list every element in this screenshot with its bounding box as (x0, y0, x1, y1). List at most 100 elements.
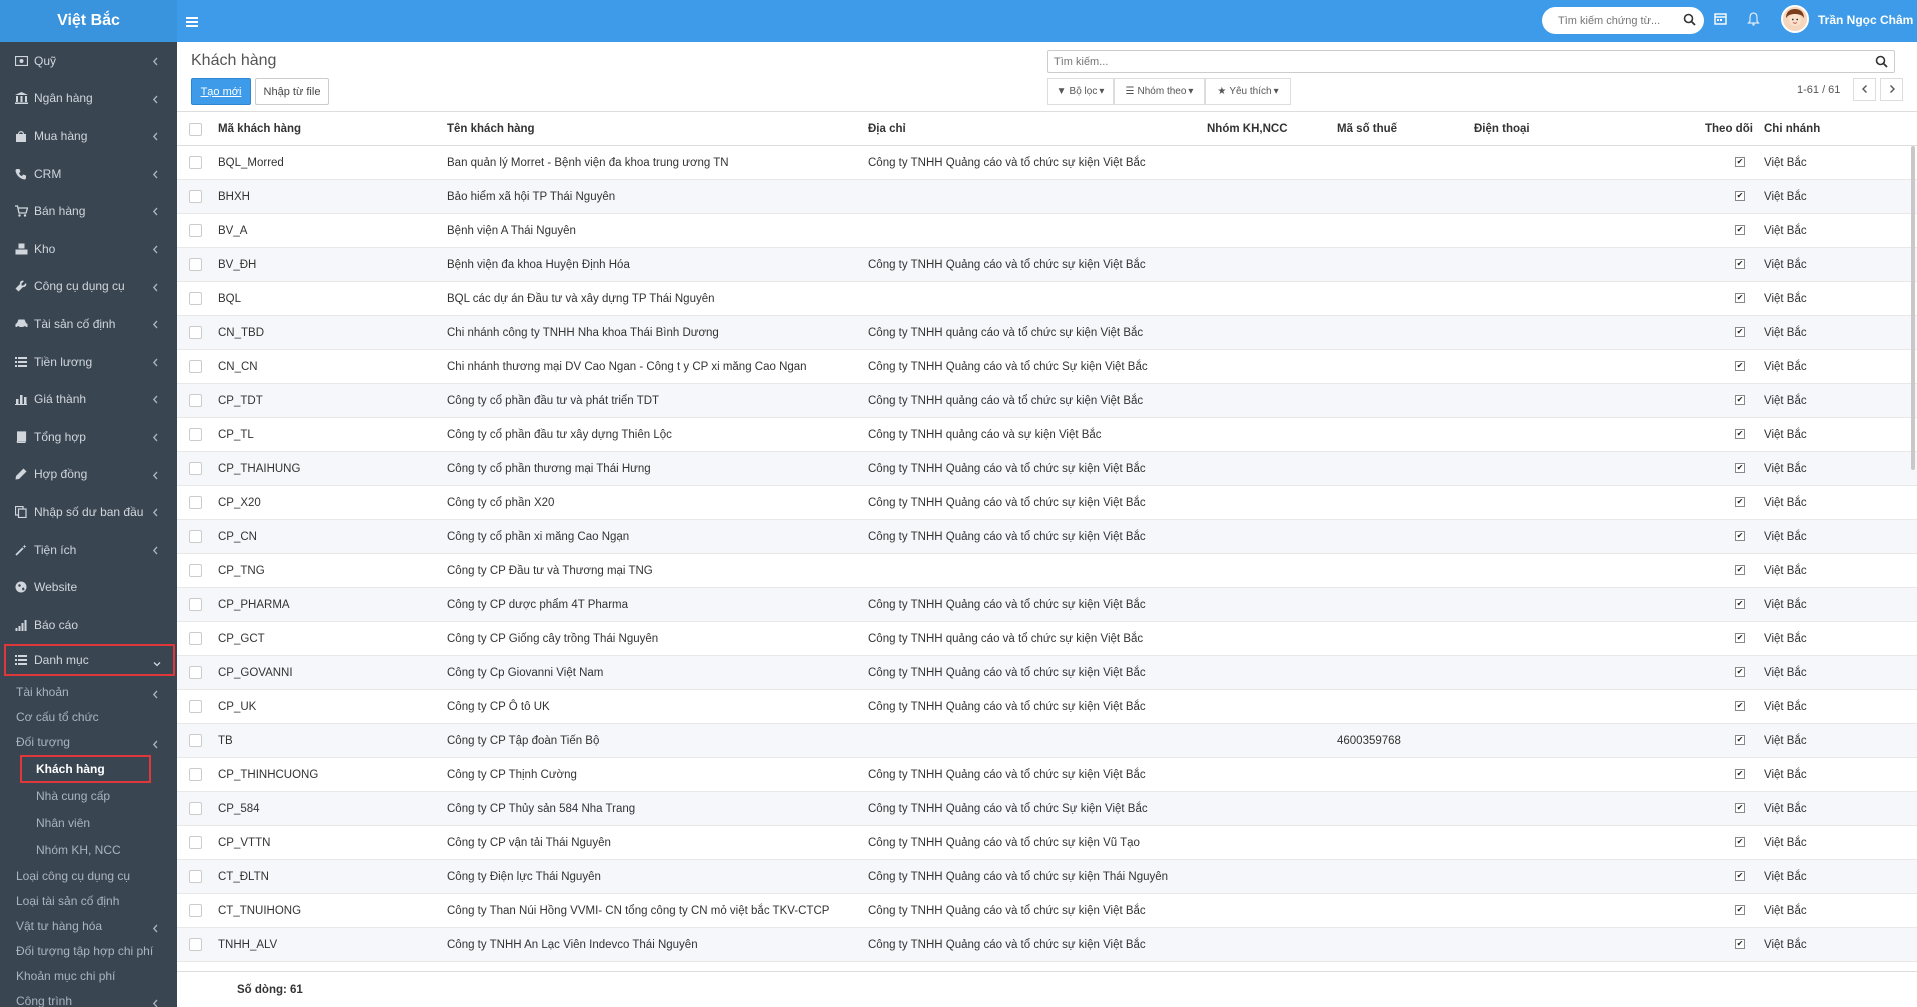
sidebar-item-gia-thanh[interactable]: Giá thành (0, 380, 177, 418)
sidebar-item-hop-dong[interactable]: Hợp đồng (0, 456, 177, 494)
sidebar-item-crm[interactable]: CRM (0, 155, 177, 193)
table-row[interactable]: CP_PHARMA Công ty CP dược phẩm 4T Pharma C… (177, 588, 1917, 622)
row-checkbox[interactable] (189, 598, 202, 611)
table-row[interactable]: TNHH_ALV Công ty TNHH An Lạc Viên Indevco… (177, 928, 1917, 962)
column-header[interactable]: Địa chỉ (868, 123, 906, 135)
column-header[interactable]: Mã số thuế (1337, 123, 1397, 135)
calendar-icon[interactable] (1714, 12, 1727, 28)
table-row[interactable]: CN_TBD Chi nhánh công ty TNHH Nha khoa Th… (177, 316, 1917, 350)
sidebar-item-tien-luong[interactable]: Tiền lương (0, 343, 177, 381)
column-header[interactable]: Theo dõi (1705, 123, 1753, 135)
column-header[interactable]: Nhóm KH,NCC (1207, 123, 1288, 135)
table-row[interactable]: CT_ĐLTN Công ty Điện lực Thái Nguyên Công … (177, 860, 1917, 894)
sidebar-item-bao-cao[interactable]: Báo cáo (0, 606, 177, 644)
row-checkbox[interactable] (189, 224, 202, 237)
table-row[interactable]: CP_VTTN Công ty CP vận tải Thái Nguyên Côn… (177, 826, 1917, 860)
table-row[interactable]: CP_THAIHUNG Công ty cổ phần thương mại Th… (177, 452, 1917, 486)
user-name[interactable]: Trần Ngọc Châm (1818, 13, 1913, 27)
bell-icon[interactable] (1747, 12, 1760, 29)
table-row[interactable]: CT_TNUIHONG Công ty Than Núi Hồng VVMI- C… (177, 894, 1917, 928)
sidebar-item-mua-hang[interactable]: Mua hàng (0, 117, 177, 155)
sidebar-subitem-co-cau-to-chuc[interactable]: Cơ cấu tổ chức (0, 705, 177, 730)
select-all-checkbox[interactable] (189, 123, 202, 136)
search-icon[interactable] (1875, 55, 1888, 71)
row-checkbox[interactable] (189, 768, 202, 781)
table-row[interactable]: BHXH Bảo hiểm xã hội TP Thái Nguyên ✔ Việt … (177, 180, 1917, 214)
table-row[interactable]: CN_CN Chi nhánh thương mại DV Cao Ngan - … (177, 350, 1917, 384)
group-by-button[interactable]: ☰ Nhóm theo ▾ (1114, 78, 1205, 105)
table-row[interactable]: CP_TDT Công ty cổ phần đầu tư và phát tri… (177, 384, 1917, 418)
sidebar-subitem-loai-cong-cu-dung-cu[interactable]: Loại công cụ dụng cụ (0, 864, 177, 889)
pager-next-button[interactable] (1880, 78, 1903, 101)
table-row[interactable]: CP_584 Công ty CP Thủy sản 584 Nha Trang C… (177, 792, 1917, 826)
row-checkbox[interactable] (189, 530, 202, 543)
sidebar-item-website[interactable]: Website (0, 568, 177, 606)
row-checkbox[interactable] (189, 258, 202, 271)
table-row[interactable]: CP_THINHCUONG Công ty CP Thịnh Cường Công … (177, 758, 1917, 792)
sidebar-subitem-loai-tai-san-co-dinh[interactable]: Loại tài sản cố định (0, 889, 177, 914)
sidebar-subitem-nhan-vien[interactable]: Nhân viên (0, 810, 177, 837)
import-button[interactable]: Nhập từ file (255, 78, 329, 105)
scrollbar[interactable] (1911, 146, 1915, 470)
pager-value[interactable]: 1-61 / 61 (1797, 84, 1840, 96)
row-checkbox[interactable] (189, 802, 202, 815)
top-search-box[interactable] (1542, 7, 1704, 34)
row-checkbox[interactable] (189, 734, 202, 747)
row-checkbox[interactable] (189, 462, 202, 475)
sidebar-item-danh-muc[interactable]: Danh mục (4, 643, 175, 676)
filter-button[interactable]: ▼ Bộ lọc ▾ (1047, 78, 1114, 105)
table-row[interactable]: CP_TNG Công ty CP Đầu tư và Thương mại TN… (177, 554, 1917, 588)
row-checkbox[interactable] (189, 326, 202, 339)
create-button[interactable]: Tạo mới (191, 78, 251, 105)
menu-toggle-icon[interactable] (186, 11, 200, 31)
user-avatar[interactable] (1781, 5, 1809, 33)
table-row[interactable]: BV_ĐH Bệnh viện đa khoa Huyện Định Hóa Côn… (177, 248, 1917, 282)
pager-previous-button[interactable] (1853, 78, 1876, 101)
row-checkbox[interactable] (189, 904, 202, 917)
row-checkbox[interactable] (189, 632, 202, 645)
table-row[interactable]: CP_GOVANNI Công ty Cp Giovanni Việt Nam Cô… (177, 656, 1917, 690)
sidebar-item-ban-hang[interactable]: Bán hàng (0, 192, 177, 230)
sidebar-subitem-nhom-kh-ncc[interactable]: Nhóm KH, NCC (0, 837, 177, 864)
sidebar-item-cong-cu-dung-cu[interactable]: Công cụ dụng cụ (0, 268, 177, 306)
table-row[interactable]: BV_A Bệnh viện A Thái Nguyên ✔ Việt Bắc (177, 214, 1917, 248)
row-checkbox[interactable] (189, 292, 202, 305)
row-checkbox[interactable] (189, 190, 202, 203)
row-checkbox[interactable] (189, 938, 202, 951)
sidebar-item-nhap-so-du-ban-dau[interactable]: Nhập số dư ban đầu (0, 493, 177, 531)
row-checkbox[interactable] (189, 496, 202, 509)
row-checkbox[interactable] (189, 156, 202, 169)
search-icon[interactable] (1683, 13, 1696, 29)
sidebar-item-kho[interactable]: Kho (0, 230, 177, 268)
table-row[interactable]: CP_TL Công ty cổ phần đầu tư xây dựng Thi… (177, 418, 1917, 452)
table-row[interactable]: BQL_Morred Ban quản lý Morret - Bệnh viện… (177, 146, 1917, 180)
sidebar-item-ngan-hang[interactable]: Ngân hàng (0, 80, 177, 118)
sidebar-item-quy[interactable]: Quỹ (0, 42, 177, 80)
sidebar-item-tai-san-co-dinh[interactable]: Tài sản cố định (0, 305, 177, 343)
column-header[interactable]: Mã khách hàng (218, 123, 301, 135)
sidebar-subitem-doi-tuong-tap-hop-chi-phi[interactable]: Đối tượng tập hợp chi phí (0, 939, 177, 964)
row-checkbox[interactable] (189, 428, 202, 441)
row-checkbox[interactable] (189, 360, 202, 373)
sidebar-subitem-vat-tu-hang-hoa[interactable]: Vật tư hàng hóa (0, 914, 177, 939)
favorites-button[interactable]: ★ Yêu thích ▾ (1205, 78, 1291, 105)
sidebar-item-tien-ich[interactable]: Tiện ích (0, 531, 177, 569)
column-header[interactable]: Điện thoại (1474, 123, 1530, 135)
table-row[interactable]: CP_CN Công ty cổ phần xi măng Cao Ngạn Côn… (177, 520, 1917, 554)
sidebar-subitem-tai-khoan[interactable]: Tài khoản (0, 680, 177, 705)
row-checkbox[interactable] (189, 394, 202, 407)
sidebar-subitem-doi-tuong[interactable]: Đối tượng (0, 730, 177, 755)
column-header[interactable]: Tên khách hàng (447, 123, 535, 135)
table-row[interactable]: CP_UK Công ty CP Ô tô UK Công ty TNHH Quản… (177, 690, 1917, 724)
row-checkbox[interactable] (189, 700, 202, 713)
sidebar-item-tong-hop[interactable]: Tổng hợp (0, 418, 177, 456)
sidebar-subitem-cong-trinh[interactable]: Công trình (0, 989, 177, 1007)
table-row[interactable]: TB Công ty CP Tập đoàn Tiến Bộ 4600359768 ✔… (177, 724, 1917, 758)
row-checkbox[interactable] (189, 564, 202, 577)
sidebar-subitem-khoan-muc-chi-phi[interactable]: Khoản mục chi phí (0, 964, 177, 989)
brand-logo[interactable]: Việt Bắc (0, 0, 177, 42)
table-row[interactable]: BQL BQL các dự án Đầu tư và xây dựng TP T… (177, 282, 1917, 316)
sidebar-subitem-khach-hang[interactable]: Khách hàng (20, 754, 151, 783)
search-input[interactable] (1054, 55, 1854, 68)
table-row[interactable]: CP_GCT Công ty CP Giống cây trồng Thái Ng… (177, 622, 1917, 656)
